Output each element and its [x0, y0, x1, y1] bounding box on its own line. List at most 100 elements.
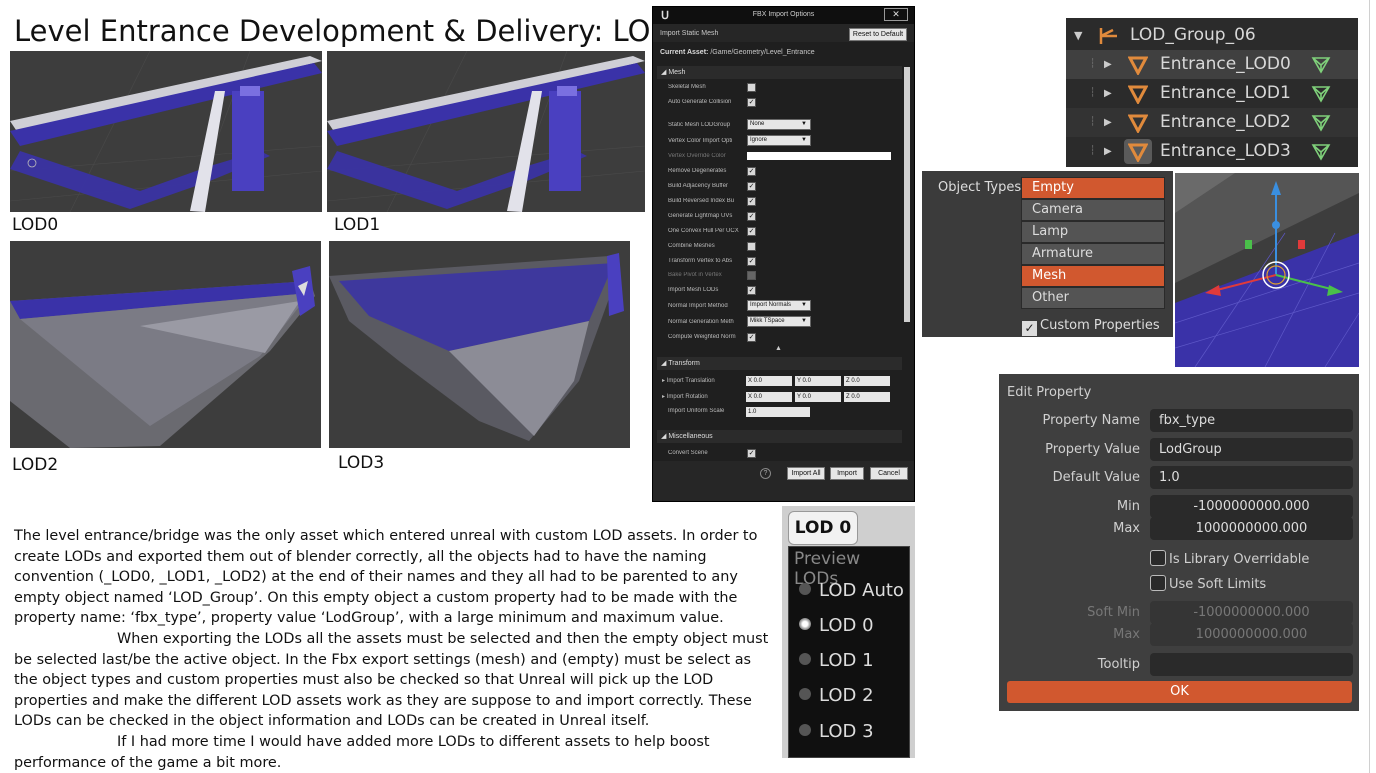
generate-lightmap-checkbox[interactable]: ✓	[747, 212, 756, 221]
custom-properties-checkbox[interactable]: ✓ Custom Properties	[1022, 318, 1160, 336]
min-label: Min	[1116, 499, 1140, 514]
bake-pivot-checkbox[interactable]	[747, 271, 756, 280]
lod2-viewport	[10, 241, 321, 448]
fbx-footer: ? Import All Import Cancel	[653, 461, 914, 501]
tree-line: ┆	[1090, 59, 1096, 69]
fbx-row-label: ▸ Import Rotation	[662, 394, 708, 400]
outliner-group-name: LOD_Group_06	[1130, 25, 1256, 45]
lod-option[interactable]: LOD 3	[799, 721, 874, 742]
lod1-caption: LOD1	[334, 215, 381, 235]
fbx-row-label: Static Mesh LODGroup	[668, 122, 731, 128]
outliner-item-label: Entrance_LOD2	[1160, 112, 1291, 132]
lod-option[interactable]: LOD Auto	[799, 580, 904, 601]
section-mesh[interactable]: ◢ Mesh	[657, 66, 902, 79]
object-types-panel: Object Types Empty Camera Lamp Armature …	[922, 171, 1173, 337]
section-miscellaneous[interactable]: ◢ Miscellaneous	[657, 430, 902, 443]
soft-max-field[interactable]: 1000000000.000	[1150, 623, 1353, 646]
mesh-object-icon	[1128, 143, 1148, 162]
fbx-row-label: Compute Weighted Norm	[668, 334, 736, 340]
dropdown-arrow-icon: ▼	[801, 121, 807, 127]
lod-option[interactable]: LOD 1	[799, 650, 874, 671]
close-icon[interactable]: ✕	[884, 8, 908, 21]
section-transform[interactable]: ◢ Transform	[657, 357, 902, 370]
help-icon[interactable]: ?	[760, 468, 771, 479]
expand-arrow-icon[interactable]: ▶	[1104, 137, 1112, 166]
transform-vertex-checkbox[interactable]: ✓	[747, 257, 756, 266]
uniform-scale-field[interactable]: 1.0	[746, 407, 810, 417]
import-mesh-lods-checkbox[interactable]: ✓	[747, 286, 756, 295]
property-value-label: Property Value	[1045, 442, 1140, 457]
expand-arrow-icon[interactable]: ▶	[1104, 79, 1112, 108]
outliner-item[interactable]: ┆ ▶ Entrance_LOD0	[1066, 50, 1358, 79]
tree-line: ┆	[1090, 146, 1096, 156]
object-type-empty[interactable]: Empty	[1021, 177, 1165, 199]
lod-group-dropdown[interactable]: None ▼	[747, 119, 811, 130]
reset-to-default-button[interactable]: Reset to Default	[849, 28, 907, 41]
lod3-caption: LOD3	[338, 453, 385, 473]
fbx-scrollbar[interactable]	[904, 67, 910, 322]
radio-icon	[799, 583, 811, 595]
combine-meshes-checkbox[interactable]	[747, 242, 756, 251]
min-field[interactable]: -1000000000.000	[1150, 495, 1353, 518]
vertex-override-color-swatch[interactable]	[747, 152, 891, 160]
outliner-item[interactable]: ┆ ▶ Entrance_LOD1	[1066, 79, 1358, 108]
soft-limits-checkbox[interactable]: Use Soft Limits	[1150, 575, 1266, 592]
convert-scene-checkbox[interactable]: ✓	[747, 449, 756, 458]
import-all-button[interactable]: Import All	[787, 467, 825, 480]
fbx-row-label: Import Mesh LODs	[668, 287, 719, 293]
cancel-button[interactable]: Cancel	[870, 467, 908, 480]
auto-collision-checkbox[interactable]: ✓	[747, 98, 756, 107]
current-asset-value: /Game/Geometry/Level_Entrance	[710, 49, 815, 56]
soft-min-field[interactable]: -1000000000.000	[1150, 601, 1353, 624]
collapse-up-icon[interactable]: ▲	[775, 345, 782, 352]
remove-degenerates-checkbox[interactable]: ✓	[747, 167, 756, 176]
expand-arrow-icon[interactable]: ▶	[1104, 108, 1112, 137]
lod-option[interactable]: LOD 0	[799, 615, 874, 636]
translation-y-field[interactable]: Y 0.0	[795, 376, 841, 386]
fbx-row-label: Skeletal Mesh	[668, 84, 706, 90]
ok-button[interactable]: OK	[1007, 681, 1352, 703]
mesh-object-icon	[1128, 56, 1148, 75]
build-reversed-index-checkbox[interactable]: ✓	[747, 197, 756, 206]
lod-dropdown-button[interactable]: LOD 0	[788, 511, 858, 545]
import-button[interactable]: Import	[830, 467, 864, 480]
convex-hull-checkbox[interactable]: ✓	[747, 227, 756, 236]
dropdown-arrow-icon: ▼	[801, 302, 807, 308]
fbx-row-label: ▸ Import Translation	[662, 378, 715, 384]
object-type-camera[interactable]: Camera	[1021, 199, 1165, 221]
default-value-field[interactable]: 1.0	[1150, 466, 1353, 489]
vertex-color-dropdown[interactable]: Ignore ▼	[747, 135, 811, 146]
expand-arrow-icon[interactable]: ▶	[1104, 50, 1112, 79]
rotation-z-field[interactable]: Z 0.0	[844, 392, 890, 402]
rotation-x-field[interactable]: X 0.0	[746, 392, 792, 402]
outliner-item[interactable]: ┆ ▶ Entrance_LOD2	[1066, 108, 1358, 137]
property-value-field[interactable]: LodGroup	[1150, 438, 1353, 461]
translation-z-field[interactable]: Z 0.0	[844, 376, 890, 386]
edit-property-title: Edit Property	[1007, 385, 1092, 400]
object-type-lamp[interactable]: Lamp	[1021, 221, 1165, 243]
outliner-group-row[interactable]: ▼ LOD_Group_06	[1066, 21, 1358, 50]
fbx-header: Import Static Mesh Reset to Default	[653, 24, 914, 42]
collapse-arrow-icon[interactable]: ▼	[1074, 21, 1082, 50]
fbx-row-label: Bake Pivot in Vertex	[668, 272, 722, 278]
object-type-other[interactable]: Other	[1021, 287, 1165, 309]
compute-weighted-normals-checkbox[interactable]: ✓	[747, 333, 756, 342]
build-adjacency-checkbox[interactable]: ✓	[747, 182, 756, 191]
tooltip-field[interactable]	[1150, 653, 1353, 676]
max-field[interactable]: 1000000000.000	[1150, 517, 1353, 540]
translation-x-field[interactable]: X 0.0	[746, 376, 792, 386]
normal-import-dropdown[interactable]: Import Normals ▼	[747, 300, 811, 311]
skeletal-mesh-checkbox[interactable]	[747, 83, 756, 92]
normal-generation-dropdown[interactable]: Mikk TSpace ▼	[747, 316, 811, 327]
preview-lods-menu: LOD 0 Preview LODs LOD Auto LOD 0 LOD 1 …	[782, 506, 915, 758]
rotation-y-field[interactable]: Y 0.0	[795, 392, 841, 402]
object-type-armature[interactable]: Armature	[1021, 243, 1165, 265]
lod-option[interactable]: LOD 2	[799, 685, 874, 706]
fbx-window-title: FBX Import Options	[752, 11, 815, 18]
lod1-viewport	[327, 51, 645, 212]
soft-limits-label: Use Soft Limits	[1169, 577, 1267, 592]
library-overridable-checkbox[interactable]: Is Library Overridable	[1150, 550, 1309, 567]
outliner-item[interactable]: ┆ ▶ Entrance_LOD3	[1066, 137, 1358, 166]
property-name-field[interactable]: fbx_type	[1150, 409, 1353, 432]
object-type-mesh[interactable]: Mesh	[1021, 265, 1165, 287]
